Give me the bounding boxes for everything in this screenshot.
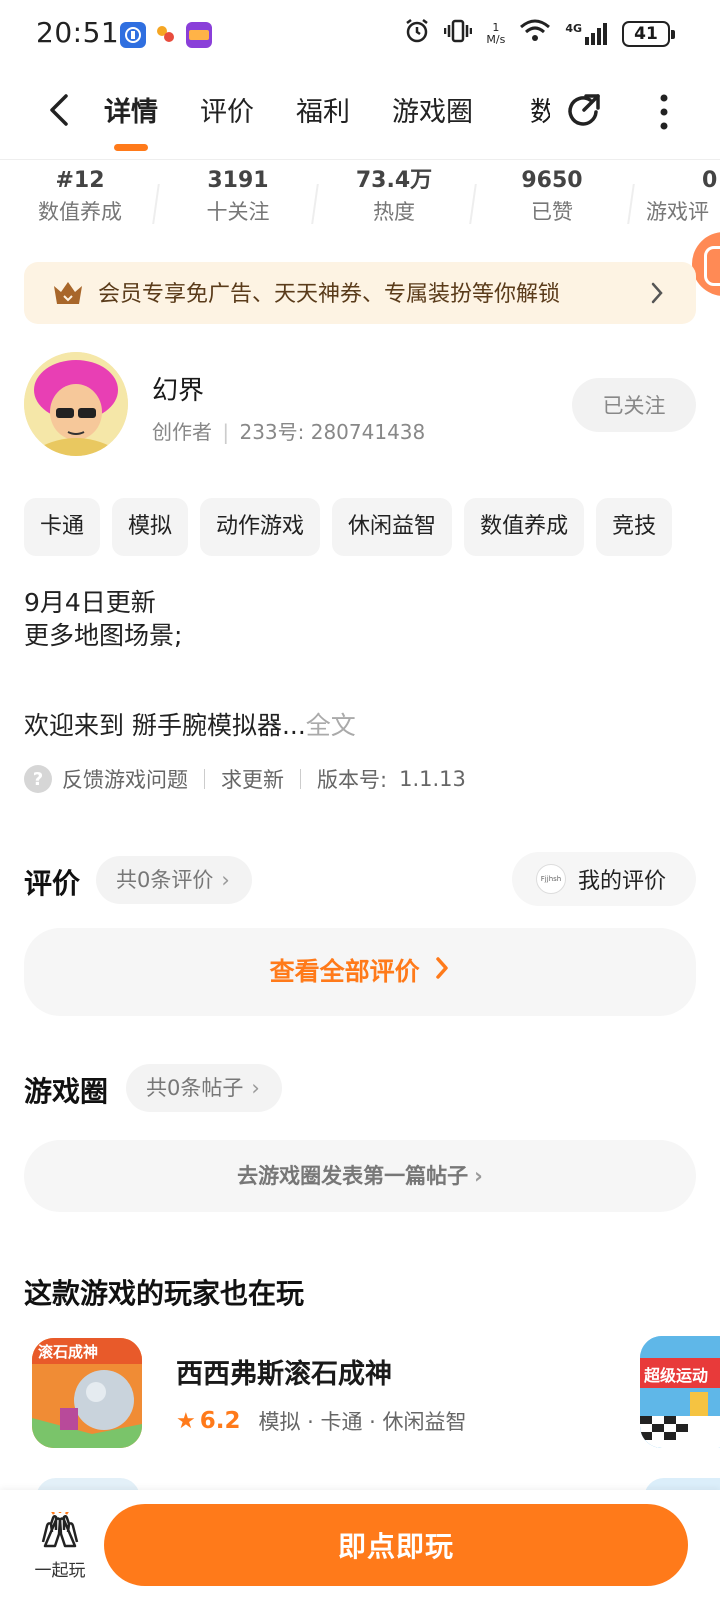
network-speed: 1 M/s bbox=[486, 21, 506, 46]
star-icon: ★ bbox=[176, 1408, 196, 1434]
tag-chip[interactable]: 卡通 bbox=[24, 498, 101, 556]
game-rating: 6.2 bbox=[199, 1408, 241, 1434]
help-icon: ? bbox=[24, 765, 52, 793]
crown-icon bbox=[52, 278, 84, 308]
stats-row: #12 数值养成 3191 十关注 73.4万 热度 9650 已赞 0 游戏评 bbox=[0, 166, 720, 236]
tag-list: 卡通 模拟 动作游戏 休闲益智 数值养成 竞技 bbox=[24, 498, 696, 556]
tag-chip[interactable]: 休闲益智 bbox=[332, 498, 453, 556]
stat-heat: 73.4万 热度 bbox=[355, 168, 433, 224]
tab-game-circle[interactable]: 游戏圈 bbox=[392, 90, 473, 129]
view-all-reviews-button[interactable]: 查看全部评价 bbox=[24, 928, 696, 1016]
stat-game-reviews[interactable]: 0 游戏评 bbox=[646, 166, 720, 228]
bottom-action-bar: 一起玩 即点即玩 bbox=[0, 1490, 720, 1600]
signal-icon: 4G bbox=[565, 22, 608, 46]
my-review-button[interactable]: Fjjhsh 我的评价 bbox=[512, 852, 696, 906]
tab-clipped[interactable]: 数 bbox=[530, 90, 550, 129]
creator-avatar[interactable] bbox=[24, 352, 128, 456]
game-name[interactable]: 西西弗斯滚石成神 bbox=[176, 1352, 392, 1391]
description-line: 9月4日更新 bbox=[24, 588, 156, 617]
stat-rank[interactable]: #12 数值养成 bbox=[0, 166, 160, 228]
reviews-title: 评价 bbox=[24, 867, 81, 900]
vibrate-icon bbox=[444, 18, 473, 50]
more-icon[interactable] bbox=[652, 88, 676, 136]
version-label: 版本号: bbox=[317, 768, 388, 792]
chevron-right-icon bbox=[648, 280, 666, 306]
divider bbox=[300, 769, 301, 789]
description-line: 更多地图场景; bbox=[24, 621, 183, 650]
version-value: 1.1.13 bbox=[399, 767, 466, 791]
tag-chip[interactable]: 竞技 bbox=[596, 498, 673, 556]
wifi-icon bbox=[519, 18, 551, 50]
chevron-right-icon: › bbox=[474, 1164, 483, 1188]
instant-play-button[interactable]: 即点即玩 bbox=[104, 1504, 688, 1586]
app-notification-icon-3 bbox=[186, 22, 212, 48]
status-bar: 20:51 1 M/s 4G 41 bbox=[0, 0, 720, 70]
post-first-button[interactable]: 去游戏圈发表第一篇帖子 › bbox=[24, 1140, 696, 1212]
recommend-title: 这款游戏的玩家也在玩 bbox=[24, 1277, 305, 1310]
back-icon[interactable] bbox=[40, 90, 80, 130]
feedback-link[interactable]: 反馈游戏问题 bbox=[62, 764, 188, 794]
tab-details[interactable]: 详情 bbox=[104, 90, 158, 151]
creator-role: 创作者 bbox=[152, 420, 212, 444]
play-together-button[interactable]: 一起玩 bbox=[26, 1510, 94, 1581]
divider bbox=[204, 769, 205, 789]
creator-name[interactable]: 幻界 bbox=[152, 370, 204, 407]
app-notification-icon-2 bbox=[152, 22, 178, 48]
game-icon[interactable]: 滚石成神 bbox=[32, 1338, 142, 1448]
tag-chip[interactable]: 模拟 bbox=[112, 498, 189, 556]
game-icon[interactable]: 超级运动 bbox=[640, 1336, 720, 1448]
floating-action-icon[interactable] bbox=[692, 232, 720, 296]
post-count-pill[interactable]: 共0条帖子 › bbox=[126, 1064, 282, 1112]
play-together-label: 一起玩 bbox=[34, 1561, 86, 1581]
tag-chip[interactable]: 数值养成 bbox=[464, 498, 585, 556]
stat-follow[interactable]: 3191 十关注 bbox=[158, 166, 318, 228]
game-circle-title: 游戏圈 bbox=[24, 1075, 109, 1108]
tab-bar: 详情 评价 福利 游戏圈 bbox=[104, 90, 473, 151]
chevron-right-icon bbox=[434, 929, 450, 1017]
review-count-pill[interactable]: 共0条评价 › bbox=[96, 856, 252, 904]
vip-banner[interactable]: 会员专享免广告、天天神券、专属装扮等你解锁 bbox=[24, 262, 696, 324]
battery-icon: 41 bbox=[622, 21, 675, 47]
creator-id: 233号: 280741438 bbox=[239, 420, 426, 444]
alarm-icon bbox=[404, 18, 430, 50]
tag-chip[interactable]: 动作游戏 bbox=[200, 498, 321, 556]
follow-button[interactable]: 已关注 bbox=[572, 378, 696, 432]
chevron-right-icon: › bbox=[221, 868, 230, 892]
expand-full-text-link[interactable]: 全文 bbox=[306, 711, 356, 740]
top-nav: 详情 评价 福利 游戏圈 数 bbox=[0, 70, 720, 160]
user-avatar: Fjjhsh bbox=[536, 864, 566, 894]
high-five-icon bbox=[37, 1510, 83, 1552]
chevron-right-icon: › bbox=[251, 1076, 260, 1100]
creator-meta: 创作者 | 233号: 280741438 bbox=[152, 420, 426, 444]
share-icon[interactable] bbox=[562, 90, 606, 134]
game-meta: ★ 6.2 模拟 · 卡通 · 休闲益智 bbox=[176, 1406, 467, 1436]
description-line: 欢迎来到 掰手腕模拟器...全文 bbox=[24, 711, 356, 740]
tab-reviews[interactable]: 评价 bbox=[200, 90, 254, 129]
stat-likes[interactable]: 9650 已赞 bbox=[472, 166, 632, 228]
game-tags: 模拟 · 卡通 · 休闲益智 bbox=[258, 1410, 467, 1434]
info-row: ? 反馈游戏问题 求更新 版本号: 1.1.13 bbox=[24, 764, 466, 794]
app-notification-icon-1 bbox=[120, 22, 146, 48]
status-time: 20:51 bbox=[36, 16, 120, 49]
request-update-link[interactable]: 求更新 bbox=[221, 764, 284, 794]
vip-banner-text: 会员专享免广告、天天神券、专属装扮等你解锁 bbox=[98, 282, 561, 307]
game-icon-text: 超级运动 bbox=[644, 1366, 709, 1385]
tab-benefits[interactable]: 福利 bbox=[296, 90, 350, 129]
game-icon-text: 滚石成神 bbox=[38, 1343, 99, 1361]
